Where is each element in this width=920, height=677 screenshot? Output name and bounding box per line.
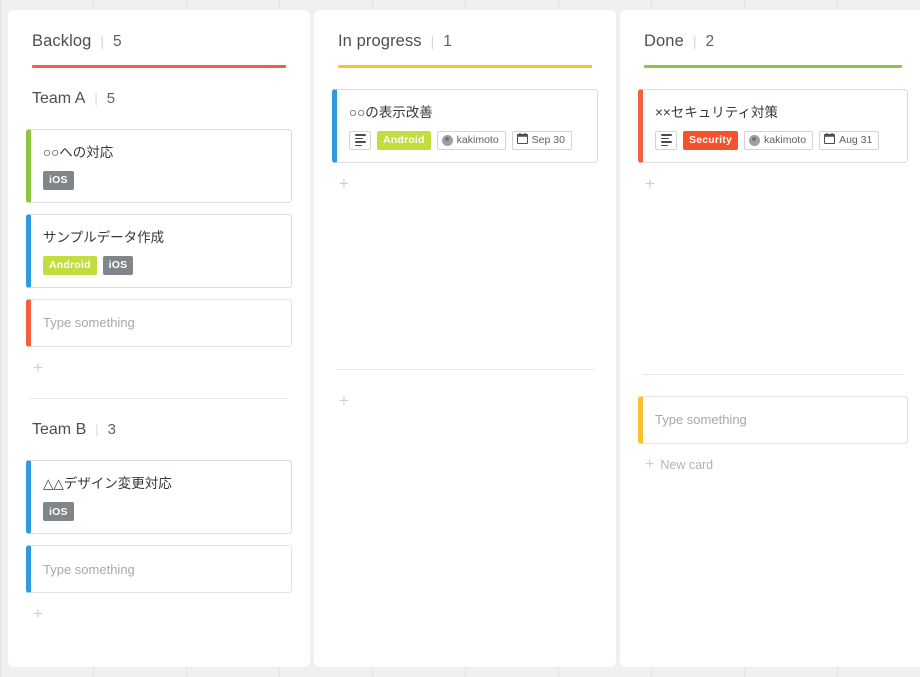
card-title: ○○の表示改善 [349, 104, 433, 120]
swimlane-separator: | [95, 421, 99, 437]
card[interactable]: △△デザイン変更対応 iOS [26, 459, 292, 535]
card-meta-row: Android kakimoto Sep 30 [349, 130, 585, 150]
add-card-button[interactable]: + [332, 163, 353, 198]
card-tag[interactable]: Android [43, 255, 97, 275]
card-due-date-text: Aug 31 [839, 134, 873, 147]
add-card-button[interactable]: + [638, 163, 659, 198]
swimlane-count: 5 [106, 89, 116, 107]
swimlane-separator: | [94, 90, 98, 106]
column-header-in-progress: In progress | 1 [332, 28, 598, 51]
new-card-input-backlog-1[interactable]: Type something [26, 545, 292, 594]
card[interactable]: ○○の表示改善 Android kakimoto Sep 30 [332, 88, 598, 163]
plus-icon: + [645, 455, 655, 473]
new-card-input-placeholder: Type something [43, 315, 135, 331]
card-description-indicator[interactable] [655, 130, 677, 150]
add-card-button[interactable]: + [26, 347, 47, 382]
column-separator: | [100, 33, 105, 49]
description-icon [354, 134, 366, 147]
card-meta-row: iOS [43, 170, 279, 190]
column-spacer [26, 628, 292, 667]
add-card-button[interactable]: + [26, 593, 47, 628]
new-card-button[interactable]: + New card [638, 444, 908, 479]
column-count: 1 [443, 33, 452, 50]
column-backlog: Backlog | 5 Team A | 5 ○○への対応 iOS サンプルデータ作成 Andro… [8, 10, 310, 667]
swimlane-body: ××セキュリティ対策 Security kakimoto Aug 31 + [638, 68, 908, 198]
card-due-date-text: Sep 30 [531, 134, 565, 147]
swimlane-body: ○○の表示改善 Android kakimoto Sep 30 + [332, 68, 598, 198]
card-title: サンプルデータ作成 [43, 229, 165, 245]
card-tag[interactable]: Android [377, 130, 431, 150]
new-card-input-backlog-0[interactable]: Type something [26, 298, 292, 347]
swimlane-body: + [332, 370, 598, 415]
new-card-input-done-1[interactable]: Type something [638, 395, 908, 444]
swimlane-body: △△デザイン変更対応 iOS Type something + [26, 439, 292, 628]
column-header-backlog: Backlog | 5 [26, 28, 292, 51]
column-title: In progress [338, 32, 422, 50]
column-separator: | [430, 33, 435, 49]
add-card-button[interactable]: + [332, 380, 353, 415]
card[interactable]: ××セキュリティ対策 Security kakimoto Aug 31 [638, 88, 908, 163]
column-title: Done [644, 32, 684, 50]
card-due-date[interactable]: Aug 31 [819, 130, 880, 150]
new-card-input-placeholder: Type something [655, 412, 747, 428]
card[interactable]: サンプルデータ作成 Android iOS [26, 213, 292, 288]
column-header-done: Done | 2 [638, 28, 908, 51]
card-due-date[interactable]: Sep 30 [511, 130, 572, 150]
card-title: ××セキュリティ対策 [655, 104, 778, 120]
card-tag[interactable]: iOS [102, 255, 134, 275]
card-description-indicator[interactable] [349, 130, 371, 150]
new-card-button-label: New card [660, 457, 714, 472]
card-tag[interactable]: iOS [43, 502, 74, 522]
card-tag[interactable]: iOS [43, 170, 74, 190]
card-title: ○○への対応 [43, 144, 114, 160]
card-meta-row: iOS [43, 502, 279, 522]
card-assignee[interactable]: kakimoto [744, 130, 814, 150]
swimlane-header-team-b: Team B | 3 [26, 399, 292, 439]
swimlane-title: Team A [32, 89, 86, 107]
kanban-board: Backlog | 5 Team A | 5 ○○への対応 iOS サンプルデータ作成 Andro… [0, 0, 920, 677]
column-count: 5 [113, 33, 122, 50]
column-spacer [638, 479, 908, 667]
swimlane-body: ○○への対応 iOS サンプルデータ作成 Android iOS Type somethi… [26, 108, 292, 382]
avatar-icon [749, 134, 761, 146]
swimlane-body: Type something + New card [638, 375, 908, 479]
card-assignee-name: kakimoto [764, 134, 807, 147]
card-meta-row: Android iOS [43, 255, 279, 275]
calendar-icon [823, 133, 836, 147]
calendar-icon [516, 133, 528, 147]
description-icon [660, 134, 672, 147]
column-count: 2 [705, 33, 715, 50]
card-assignee[interactable]: kakimoto [436, 130, 506, 150]
swimlane-spacer [332, 198, 598, 353]
column-separator: | [692, 33, 697, 49]
swimlane-header-team-a: Team A | 5 [26, 68, 292, 108]
avatar-icon [441, 134, 453, 146]
swimlane-title: Team B [32, 420, 87, 438]
card-title: △△デザイン変更対応 [43, 475, 172, 491]
card-meta-row: Security kakimoto Aug 31 [655, 130, 895, 150]
card[interactable]: ○○への対応 iOS [26, 128, 292, 203]
card-tag[interactable]: Security [683, 130, 739, 150]
column-spacer [332, 415, 598, 667]
swimlane-spacer [638, 198, 908, 358]
card-assignee-name: kakimoto [456, 134, 499, 147]
column-title: Backlog [32, 32, 92, 50]
swimlane-count: 3 [107, 420, 116, 438]
column-in-progress: In progress | 1 ○○の表示改善 Android kakimoto Sep 3… [314, 10, 616, 667]
new-card-input-placeholder: Type something [43, 561, 135, 577]
column-done: Done | 2 ××セキュリティ対策 Security kakimoto Aug 31 + T… [620, 10, 920, 667]
